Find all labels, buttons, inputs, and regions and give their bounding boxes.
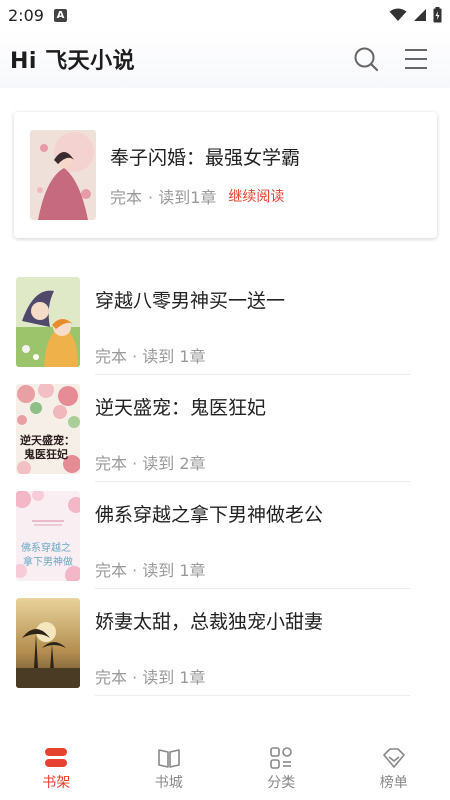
- book-cover: 逆天盛宠： 鬼医狂妃: [16, 384, 80, 474]
- menu-button[interactable]: [402, 45, 430, 73]
- tab-label: 书架: [42, 774, 71, 791]
- book-meta: 完本 · 读到 1章: [95, 668, 206, 687]
- book-meta: 完本 · 读到 1章: [95, 561, 206, 580]
- status-time: 2:09: [8, 5, 44, 25]
- cover-title-line-2: 鬼医狂妃: [24, 447, 68, 461]
- list-item[interactable]: 佛系穿越之 拿下男神做 佛系穿越之拿下男神做老公 完本 · 读到 1章: [0, 482, 450, 589]
- battery-icon: [433, 7, 442, 23]
- bottom-tab-bar: 书架 书城 分类 榜单: [0, 738, 450, 800]
- book-cover: [16, 277, 80, 367]
- menu-icon: [405, 49, 427, 69]
- tab-bookshelf[interactable]: 书架: [0, 738, 113, 800]
- book-meta: 完本 · 读到 2章: [95, 454, 206, 473]
- cover-title-line-1: 佛系穿越之: [21, 541, 71, 554]
- continue-reading-link[interactable]: 继续阅读: [228, 186, 284, 206]
- tab-bookstore[interactable]: 书城: [113, 738, 226, 800]
- bookshelf-icon: [45, 747, 68, 767]
- book-info: 逆天盛宠：鬼医狂妃 完本 · 读到 2章: [95, 375, 266, 482]
- book-cover: 佛系穿越之 拿下男神做: [16, 491, 80, 581]
- category-icon: [270, 746, 293, 769]
- bookshelf-list: 穿越八零男神买一送一 完本 · 读到 1章 逆天盛宠： 鬼医狂妃 逆天盛宠：鬼医…: [0, 268, 450, 696]
- book-meta: 完本 · 读到 1章: [95, 347, 206, 366]
- book-title: 奉子闪婚：最强女学霸: [110, 146, 301, 169]
- search-icon: [354, 47, 379, 72]
- list-item[interactable]: 逆天盛宠： 鬼医狂妃 逆天盛宠：鬼医狂妃 完本 · 读到 2章: [0, 375, 450, 482]
- book-open-icon: [157, 748, 180, 768]
- book-title: 娇妻太甜，总裁独宠小甜妻: [95, 611, 324, 633]
- book-meta: 完本 · 读到1章 继续阅读: [110, 184, 300, 208]
- book-status: 完本: [110, 187, 143, 207]
- last-read-card[interactable]: 奉子闪婚：最强女学霸 完本 · 读到1章 继续阅读: [14, 112, 437, 238]
- book-info: 佛系穿越之拿下男神做老公 完本 · 读到 1章: [95, 482, 323, 589]
- tab-category[interactable]: 分类: [225, 738, 338, 800]
- app-header: Hi 飞天小说: [0, 30, 450, 88]
- book-title: 佛系穿越之拿下男神做老公: [95, 504, 324, 526]
- book-info: 娇妻太甜，总裁独宠小甜妻 完本 · 读到 1章: [95, 589, 323, 696]
- status-icons: [389, 7, 442, 23]
- tab-ranking[interactable]: 榜单: [338, 738, 450, 800]
- list-item[interactable]: 穿越八零男神买一送一 完本 · 读到 1章: [0, 268, 450, 375]
- header-actions: [352, 45, 440, 73]
- cover-title-line-1: 逆天盛宠：: [20, 433, 75, 447]
- book-cover: [30, 130, 96, 220]
- wifi-icon: [389, 8, 407, 21]
- list-item[interactable]: 娇妻太甜，总裁独宠小甜妻 完本 · 读到 1章: [0, 589, 450, 696]
- book-title: 穿越八零男神买一送一: [95, 290, 286, 312]
- ranking-icon: [382, 747, 405, 768]
- tab-label: 分类: [267, 774, 296, 791]
- book-info: 奉子闪婚：最强女学霸 完本 · 读到1章 继续阅读: [110, 143, 300, 208]
- signal-icon: [414, 9, 426, 21]
- notification-badge: A: [53, 8, 67, 22]
- tab-label: 榜单: [379, 774, 408, 791]
- cover-title-line-2: 拿下男神做: [23, 555, 73, 568]
- book-cover: [16, 598, 80, 688]
- page-title: Hi 飞天小说: [10, 49, 136, 74]
- reading-progress: · 读到1章: [148, 187, 217, 207]
- book-title: 逆天盛宠：鬼医狂妃: [95, 397, 267, 419]
- divider: [95, 695, 410, 696]
- search-button[interactable]: [352, 45, 380, 73]
- book-info: 穿越八零男神买一送一 完本 · 读到 1章: [95, 268, 285, 375]
- status-bar: 2:09 A: [0, 0, 450, 30]
- tab-label: 书城: [154, 774, 183, 791]
